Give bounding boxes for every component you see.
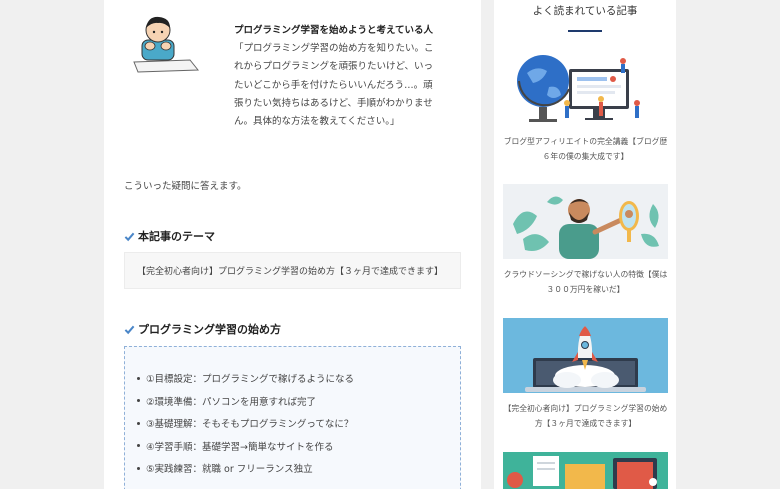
article-thumbnail-2[interactable]: [503, 184, 668, 259]
heading-steps: プログラミング学習の始め方: [124, 321, 281, 337]
list-item-text: ④学習手順：基礎学習→簡単なサイトを作る: [146, 441, 334, 453]
bullet-icon: [137, 444, 140, 448]
check-icon: [124, 325, 135, 334]
bullet-icon: [137, 399, 140, 403]
steps-box: ①目標設定：プログラミングで稼げるようになる ②環境準備：パソコンを用意すれば完…: [124, 346, 461, 489]
check-icon: [124, 232, 135, 241]
list-item-text: ③基礎理解：そもそもプログラミングってなに？: [146, 419, 354, 431]
list-item-text: ②環境準備：パソコンを用意すれば完了: [146, 396, 317, 408]
sidebar-title: よく読まれている記事: [532, 5, 638, 17]
article-caption-2[interactable]: クラウドソーシングで稼げない人の特徴【僕は３００万円を稼いだ】: [503, 268, 668, 297]
question-strong: プログラミング学習を始めようと考えている人: [234, 25, 434, 36]
steps-list: ①目標設定：プログラミングで稼げるようになる ②環境準備：パソコンを用意すれば完…: [125, 347, 460, 480]
question-balloon: プログラミング学習を始めようと考えている人「プログラミング学習の始め方を知りたい…: [234, 22, 440, 131]
article-thumbnail-4[interactable]: [503, 452, 668, 489]
heading-theme: 本記事のテーマ: [124, 228, 215, 244]
list-item-text: ⑤実践練習：就職 or フリーランス独立: [146, 464, 313, 476]
heading-steps-label: プログラミング学習の始め方: [138, 323, 281, 336]
list-item: ③基礎理解：そもそもプログラミングってなに？: [137, 412, 460, 435]
bullet-icon: [137, 421, 140, 425]
list-item: ②環境準備：パソコンを用意すれば完了: [137, 390, 460, 413]
list-item: ④学習手順：基礎学習→簡単なサイトを作る: [137, 435, 460, 458]
sidebar-title-underline: [568, 30, 602, 32]
article-thumbnail-3[interactable]: [503, 318, 668, 393]
intro-text: こういった疑問に答えます。: [124, 181, 247, 192]
article-caption-3[interactable]: 【完全初心者向け】プログラミング学習の始め方【３ヶ月で達成できます】: [503, 402, 668, 431]
question-text: 「プログラミング学習の始め方を知りたい。これからプログラミングを頑張りたいけど、…: [234, 43, 434, 128]
heading-theme-label: 本記事のテーマ: [138, 230, 215, 243]
article-thumbnail-1[interactable]: [503, 51, 668, 126]
theme-box: 【完全初心者向け】プログラミング学習の始め方【３ヶ月で達成できます】: [124, 252, 461, 289]
list-item: ①目標設定：プログラミングで稼げるようになる: [137, 367, 460, 390]
list-item-text: ①目標設定：プログラミングで稼げるようになる: [146, 374, 355, 386]
avatar: [128, 10, 202, 76]
bullet-icon: [137, 376, 140, 380]
list-item: ⑤実践練習：就職 or フリーランス独立: [137, 457, 460, 480]
article-caption-1[interactable]: ブログ型アフィリエイトの完全講義【ブログ歴６年の僕の集大成です】: [503, 135, 668, 164]
bullet-icon: [137, 466, 140, 470]
